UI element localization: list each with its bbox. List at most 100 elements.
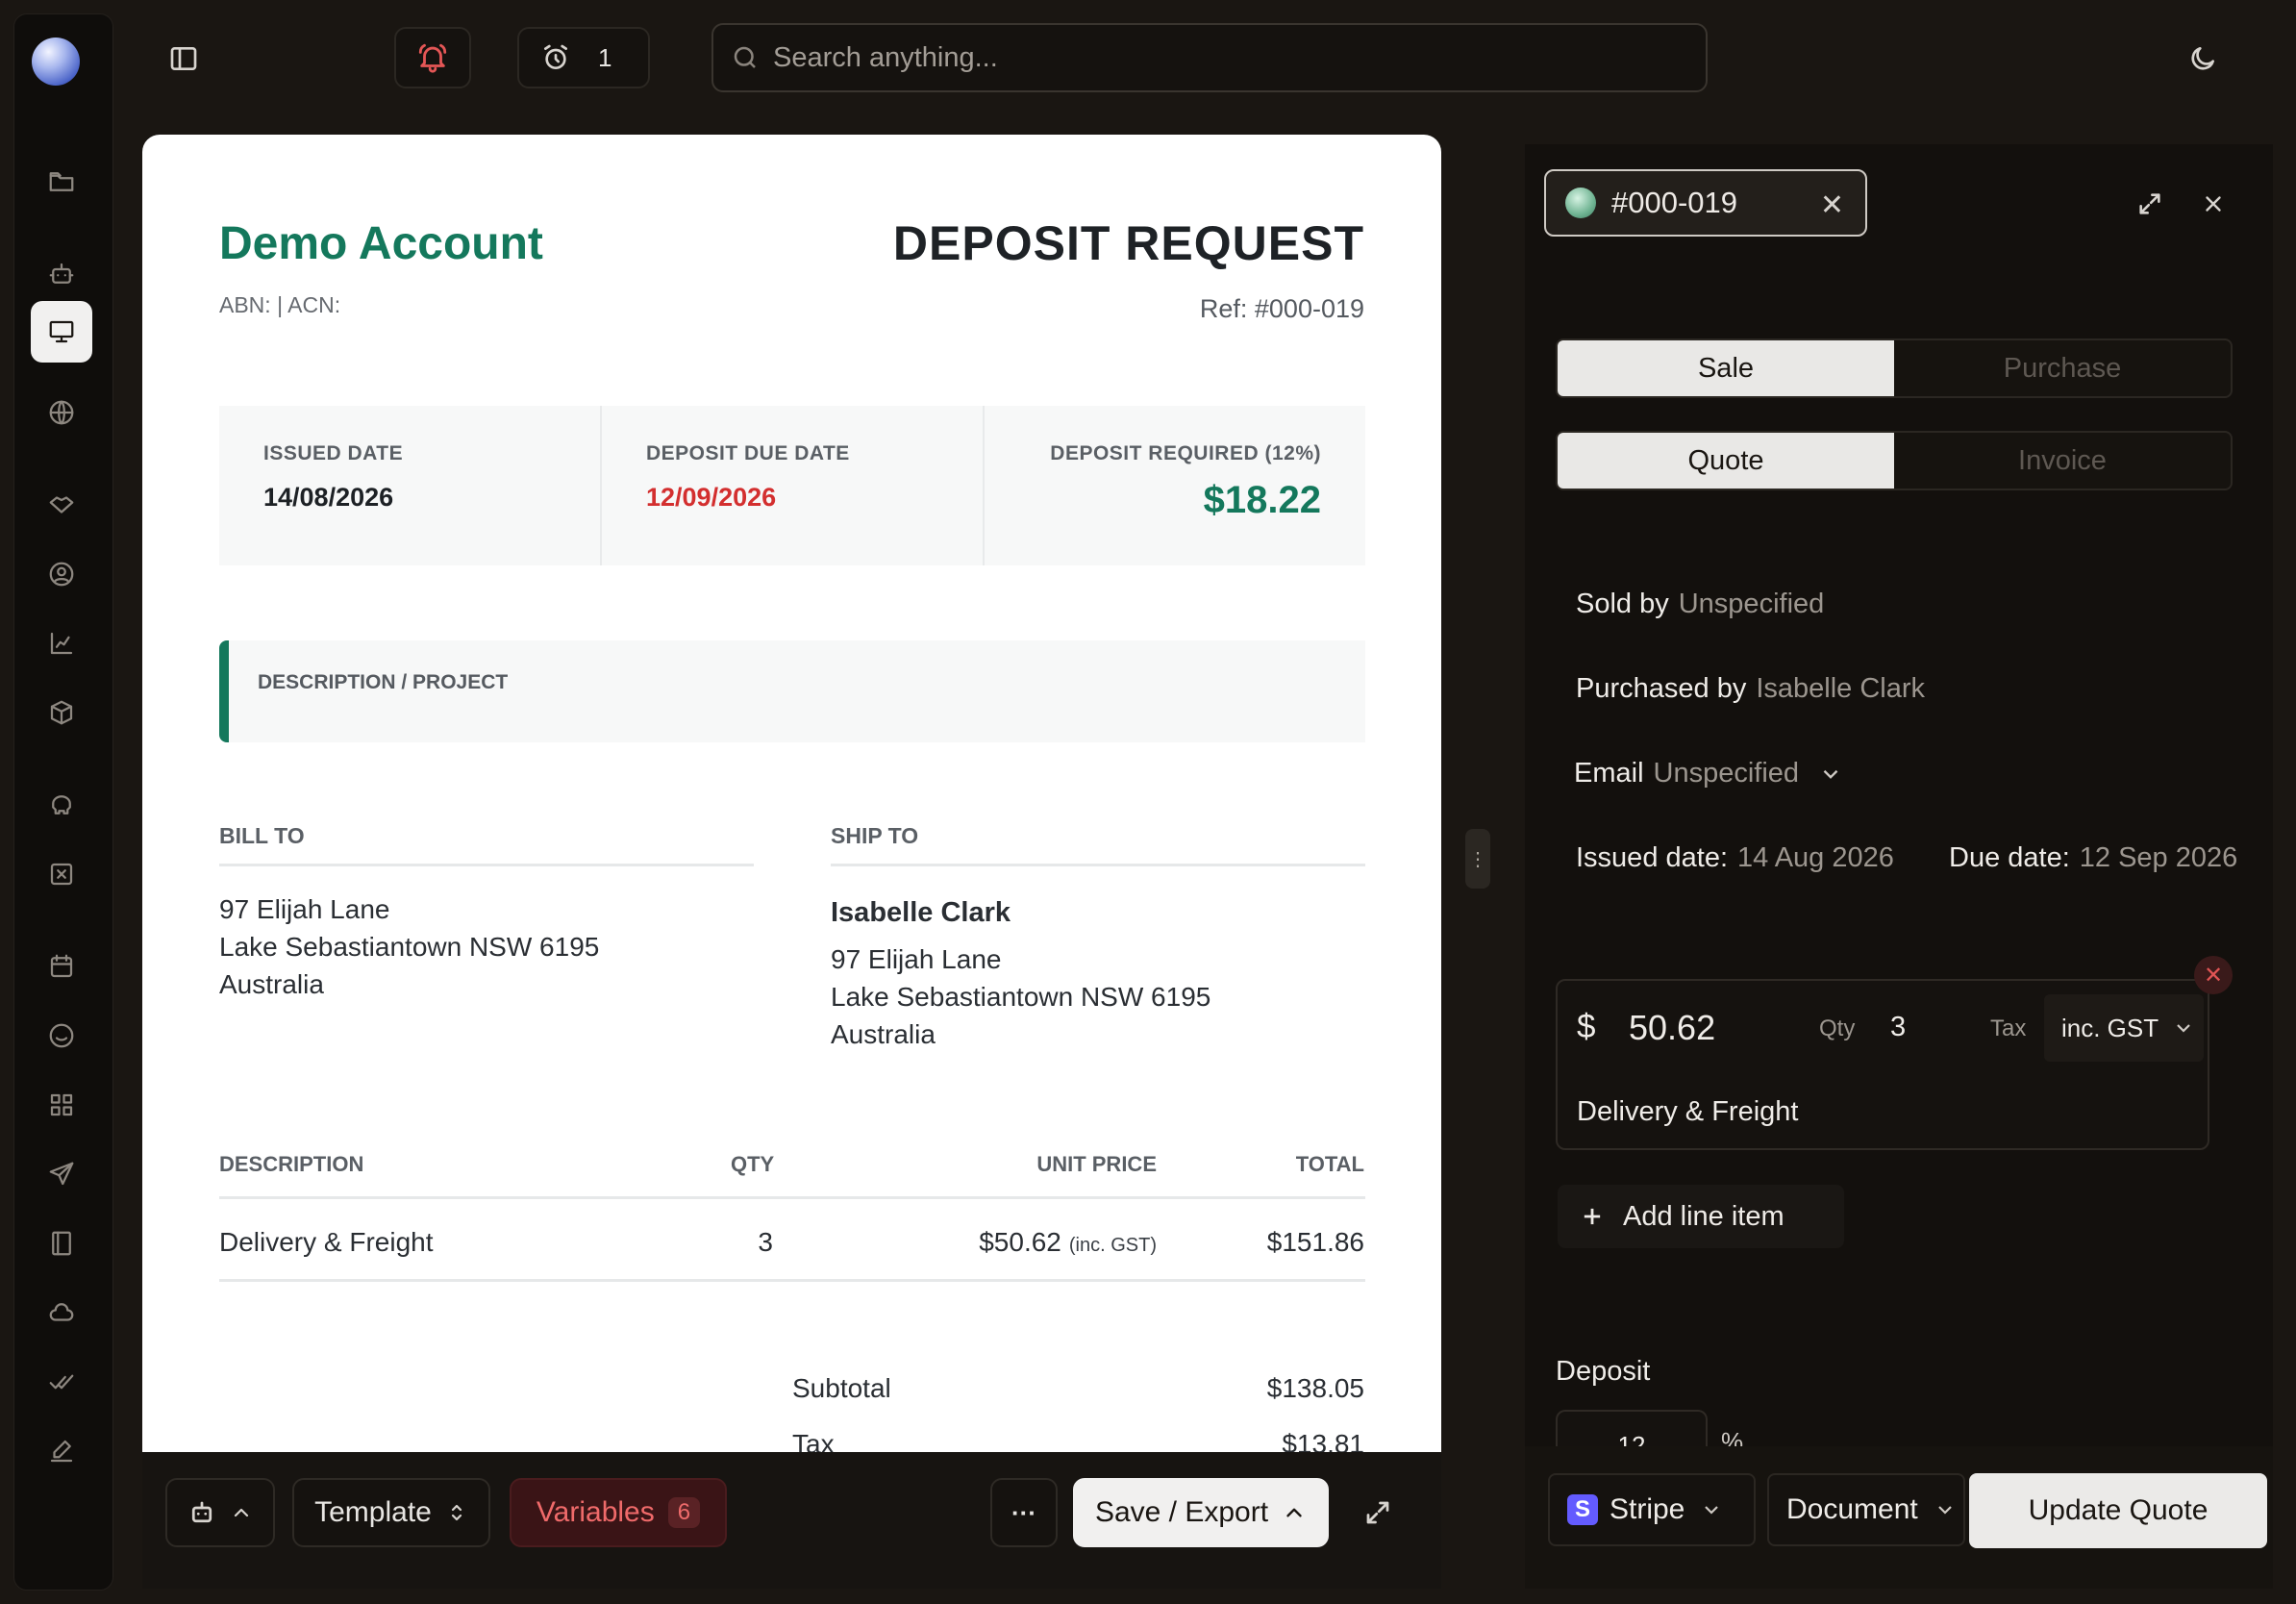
issued-date-label: ISSUED DATE bbox=[263, 442, 404, 464]
sold-by-value: Unspecified bbox=[1678, 589, 1825, 619]
alarm-clock-icon bbox=[544, 44, 567, 69]
description-project-box: DESCRIPTION / PROJECT bbox=[219, 640, 1365, 742]
due-date-label: Due date: bbox=[1949, 842, 2070, 873]
more-options-button[interactable]: ··· bbox=[990, 1478, 1058, 1547]
subtotal-value: $138.05 bbox=[1266, 1373, 1364, 1403]
bill-to-line: Australia bbox=[219, 969, 324, 999]
chevron-up-icon bbox=[234, 1508, 249, 1517]
row-description: Delivery & Freight bbox=[219, 1227, 434, 1257]
col-description-header: DESCRIPTION bbox=[219, 1152, 364, 1176]
due-date-field[interactable]: Due date: 12 Sep 2026 bbox=[1949, 842, 2237, 874]
chevron-down-icon bbox=[1937, 1506, 1952, 1515]
double-check-icon[interactable] bbox=[31, 1351, 92, 1413]
quote-invoice-toggle: Quote Invoice bbox=[1556, 431, 2233, 490]
folder-icon[interactable] bbox=[31, 151, 92, 213]
edit-icon[interactable] bbox=[31, 1420, 92, 1482]
tax-note: (inc. GST) bbox=[1068, 1235, 1157, 1256]
add-line-item-button[interactable]: Add line item bbox=[1558, 1185, 1844, 1248]
remove-line-item-icon[interactable]: ✕ bbox=[2194, 956, 2233, 994]
document-page: Demo Account ABN: | ACN: DEPOSIT REQUEST… bbox=[142, 135, 1441, 1459]
chevron-updown-icon bbox=[451, 1504, 462, 1521]
search-input[interactable] bbox=[773, 41, 1638, 74]
chevron-down-icon bbox=[1823, 769, 1838, 779]
due-date-cell: DEPOSIT DUE DATE 12/09/2026 bbox=[602, 406, 985, 565]
table-row-divider bbox=[219, 1279, 1365, 1282]
template-button[interactable]: Template bbox=[292, 1478, 490, 1547]
col-qty-header: QTY bbox=[731, 1152, 775, 1176]
purchased-by-value: Isabelle Clark bbox=[1756, 673, 1926, 704]
add-line-item-label: Add line item bbox=[1623, 1200, 1784, 1232]
robot-icon[interactable] bbox=[31, 243, 92, 305]
close-icon[interactable]: ✕ bbox=[1820, 188, 1844, 222]
document-preview: Demo Account ABN: | ACN: DEPOSIT REQUEST… bbox=[142, 135, 1441, 1589]
ship-to-line: Australia bbox=[831, 1019, 936, 1049]
email-field[interactable]: Email Unspecified bbox=[1574, 758, 1843, 789]
tax-select[interactable]: inc. GST bbox=[2044, 994, 2204, 1062]
grid-icon[interactable] bbox=[31, 1074, 92, 1136]
ship-to-divider bbox=[831, 864, 1365, 866]
tab-invoice[interactable]: Invoice bbox=[1894, 433, 2231, 489]
book-icon[interactable] bbox=[31, 1213, 92, 1274]
piggy-bank-icon[interactable] bbox=[31, 774, 92, 836]
cloud-icon[interactable] bbox=[31, 1282, 92, 1343]
line-item-amount-input[interactable]: 50.62 bbox=[1629, 1008, 1715, 1048]
bill-to-line: Lake Sebastiantown NSW 6195 bbox=[219, 932, 600, 962]
tab-quote[interactable]: Quote bbox=[1558, 433, 1894, 489]
user-circle-icon[interactable] bbox=[31, 543, 92, 605]
document-tag[interactable]: #000-019 ✕ bbox=[1544, 169, 1867, 237]
sidebar-toggle-icon[interactable] bbox=[158, 33, 210, 85]
box-icon[interactable] bbox=[31, 682, 92, 743]
issued-date-label: Issued date: bbox=[1576, 842, 1728, 873]
document-title: DEPOSIT REQUEST bbox=[892, 216, 1364, 270]
notification-bell-icon[interactable] bbox=[394, 27, 471, 88]
bill-to-line: 97 Elijah Lane bbox=[219, 894, 390, 924]
line-item-card: $ 50.62 Qty 3 Tax inc. GST Delivery & Fr… bbox=[1556, 979, 2209, 1150]
tab-purchase[interactable]: Purchase bbox=[1894, 340, 2231, 396]
document-tag-label: #000-019 bbox=[1611, 186, 1738, 219]
line-item-description-input[interactable]: Delivery & Freight bbox=[1577, 1096, 1798, 1128]
row-qty: 3 bbox=[758, 1227, 773, 1257]
ship-to-line: Lake Sebastiantown NSW 6195 bbox=[831, 982, 1211, 1012]
avatar[interactable] bbox=[32, 38, 80, 86]
status-dot bbox=[1565, 188, 1596, 218]
variables-button[interactable]: Variables 6 bbox=[510, 1478, 727, 1547]
maximize-icon[interactable] bbox=[2129, 183, 2171, 225]
chevron-down-icon bbox=[1705, 1506, 1719, 1515]
close-square-icon[interactable] bbox=[31, 843, 92, 905]
search-bar[interactable] bbox=[711, 23, 1708, 92]
subtotal-label: Subtotal bbox=[792, 1373, 891, 1403]
send-icon[interactable] bbox=[31, 1143, 92, 1205]
chart-icon[interactable] bbox=[31, 613, 92, 674]
presentation-icon[interactable] bbox=[31, 301, 92, 363]
dark-mode-moon-icon[interactable] bbox=[2177, 33, 2229, 85]
close-panel-icon[interactable] bbox=[2192, 183, 2234, 225]
deposit-label: Deposit bbox=[1556, 1356, 1651, 1387]
handshake-icon[interactable] bbox=[31, 474, 92, 536]
calendar-icon[interactable] bbox=[31, 936, 92, 997]
tax-select-value: inc. GST bbox=[2061, 1013, 2159, 1042]
expand-document-icon[interactable] bbox=[1344, 1478, 1411, 1547]
smile-icon[interactable] bbox=[31, 1005, 92, 1066]
payment-provider-select[interactable]: S Stripe bbox=[1548, 1473, 1756, 1546]
issued-date-field[interactable]: Issued date: 14 Aug 2026 bbox=[1576, 842, 1894, 874]
globe-icon[interactable] bbox=[31, 382, 92, 443]
resize-handle[interactable]: ⋮ bbox=[1465, 829, 1490, 889]
update-quote-button[interactable]: Update Quote bbox=[1969, 1473, 2267, 1548]
alarm-button[interactable]: 1 bbox=[517, 27, 650, 88]
purchased-by-field[interactable]: Purchased by Isabelle Clark bbox=[1576, 673, 1925, 705]
email-label: Email bbox=[1574, 758, 1644, 789]
tab-sale[interactable]: Sale bbox=[1558, 340, 1894, 396]
qty-input[interactable]: 3 bbox=[1890, 1012, 1906, 1043]
ai-assistant-button[interactable] bbox=[165, 1478, 275, 1547]
document-ref: Ref: #000-019 bbox=[1199, 294, 1364, 323]
issued-date-value: 14/08/2026 bbox=[263, 483, 394, 512]
tax-label: Tax bbox=[1990, 1015, 2027, 1041]
save-export-button[interactable]: Save / Export bbox=[1073, 1478, 1329, 1547]
sold-by-field[interactable]: Sold by Unspecified bbox=[1576, 589, 1824, 620]
plus-icon bbox=[1584, 1208, 1601, 1225]
document-toolbar: Template Variables 6 ··· Save / Export bbox=[142, 1452, 1441, 1589]
bill-to-address: 97 Elijah Lane Lake Sebastiantown NSW 61… bbox=[219, 890, 599, 1003]
variables-count-badge: 6 bbox=[667, 1497, 701, 1528]
chevron-down-icon bbox=[2177, 1024, 2190, 1033]
document-select[interactable]: Document bbox=[1767, 1473, 1965, 1546]
